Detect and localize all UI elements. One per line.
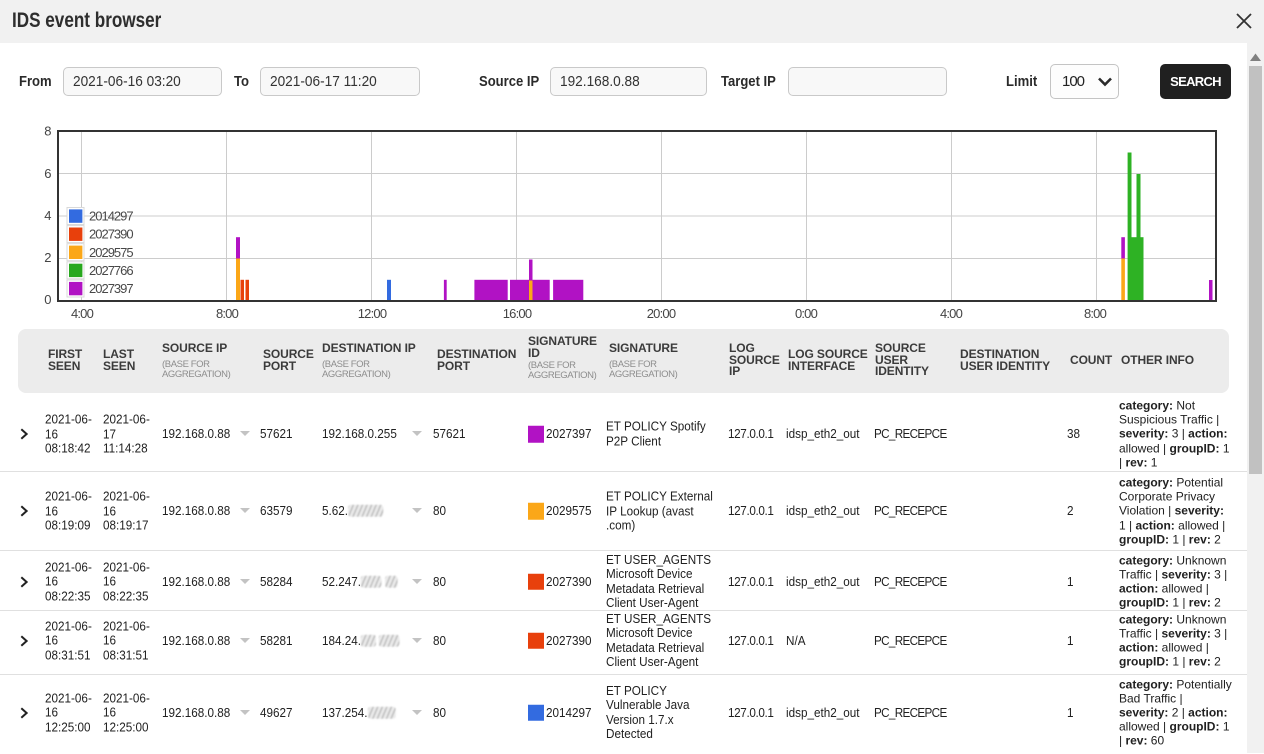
svg-text:4:00: 4:00 (71, 306, 94, 321)
svg-text:0:00: 0:00 (795, 306, 818, 321)
svg-text:16:00: 16:00 (503, 306, 532, 321)
svg-text:20:00: 20:00 (647, 306, 676, 321)
svg-text:0: 0 (44, 292, 51, 307)
svg-text:2: 2 (44, 250, 51, 265)
svg-text:2027390: 2027390 (89, 227, 133, 242)
svg-text:4: 4 (44, 208, 51, 223)
svg-text:12:00: 12:00 (358, 306, 387, 321)
svg-text:8: 8 (44, 123, 51, 138)
svg-text:8:00: 8:00 (1084, 306, 1107, 321)
svg-text:6: 6 (44, 166, 51, 181)
svg-text:2029575: 2029575 (89, 245, 133, 260)
svg-text:2027766: 2027766 (89, 263, 133, 278)
svg-text:2014297: 2014297 (89, 209, 133, 224)
svg-text:8:00: 8:00 (216, 306, 239, 321)
svg-text:2027397: 2027397 (89, 281, 133, 296)
svg-text:4:00: 4:00 (940, 306, 963, 321)
